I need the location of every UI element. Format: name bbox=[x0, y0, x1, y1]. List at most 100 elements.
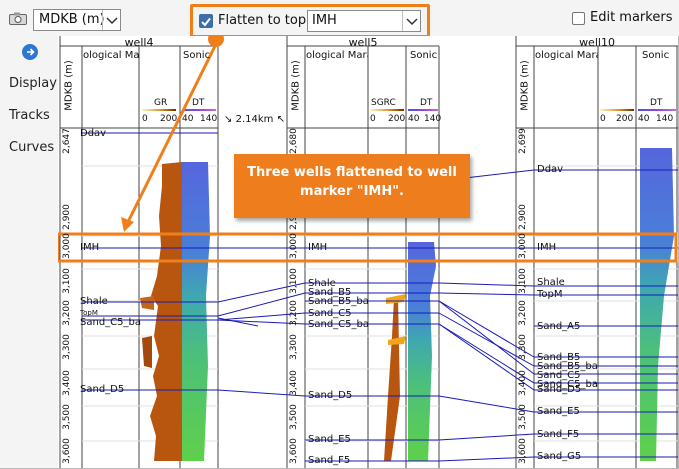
arrow-up-left-icon: ↖ bbox=[276, 114, 285, 125]
well4-dt-min: 40 bbox=[182, 114, 194, 124]
flatten-marker-select[interactable]: IMH bbox=[307, 10, 421, 32]
well-section-panel[interactable]: well4 well5 well10 ological Marammа R ol… bbox=[58, 36, 678, 468]
well4-sonic-log bbox=[182, 162, 210, 461]
well10-gr-min: 0 bbox=[600, 114, 606, 124]
depth-unit-value: MDKB (m) bbox=[39, 12, 105, 27]
chevron-down-icon[interactable] bbox=[102, 10, 120, 30]
depth-tick: 3,200 bbox=[518, 300, 528, 326]
well10-marker-sand-d5[interactable]: Sand_D5 bbox=[537, 384, 581, 395]
depth-tick: 3,600 bbox=[289, 438, 299, 464]
well10-depth-axis-label: MDKB (m) bbox=[519, 60, 531, 111]
depth-unit-select[interactable]: MDKB (m) bbox=[33, 9, 121, 31]
well10-marker-sand-g5[interactable]: Sand_G5 bbox=[537, 451, 581, 462]
well-spacing-value: 2.14km bbox=[235, 114, 274, 125]
arrow-down-right-icon: ↘ bbox=[224, 114, 233, 125]
depth-tick: 3,200 bbox=[289, 300, 299, 326]
well4-dt-max: 140 bbox=[200, 114, 218, 124]
track-grid bbox=[59, 36, 678, 468]
edit-markers-label: Edit markers bbox=[590, 10, 673, 25]
well4-dt-curve-name: DT bbox=[192, 98, 205, 108]
toolbar: MDKB (m) Flatten to top: IMH Edit marker… bbox=[0, 0, 679, 38]
edit-markers-checkbox[interactable] bbox=[572, 12, 585, 25]
depth-tick: 3,500 bbox=[289, 404, 299, 430]
depth-tick: 2,680 bbox=[289, 128, 299, 154]
well5-marker-sand-d5[interactable]: Sand_D5 bbox=[308, 390, 352, 401]
depth-tick: 3,100 bbox=[62, 268, 72, 294]
depth-tick: 3,400 bbox=[289, 370, 299, 396]
dt-color-scale bbox=[408, 109, 438, 111]
well10-marker-sand-f5[interactable]: Sand_F5 bbox=[537, 429, 579, 440]
depth-tick: 3,600 bbox=[62, 438, 72, 464]
well10-dt-max: 140 bbox=[656, 114, 674, 124]
flatten-label: Flatten to top: bbox=[218, 13, 311, 28]
well-section-canvas bbox=[58, 36, 678, 468]
well4-formation-track-title: ological Marammа R bbox=[83, 50, 139, 61]
well5-marker-sand-c5[interactable]: Sand_C5 bbox=[308, 308, 352, 319]
side-panel: Display Tracks Curves bbox=[0, 36, 58, 468]
well4-title: well4 bbox=[124, 36, 154, 49]
well4-marker-ddav[interactable]: Ddav bbox=[80, 128, 106, 139]
depth-tick: 2,699 bbox=[518, 128, 528, 154]
depth-tick: 3,300 bbox=[289, 334, 299, 360]
dt-color-scale bbox=[182, 109, 216, 111]
depth-tick: 3,500 bbox=[62, 404, 72, 430]
flatten-checkbox[interactable] bbox=[199, 14, 213, 28]
camera-icon[interactable] bbox=[9, 12, 27, 25]
well4-sonic-track-title: Sonic bbox=[183, 50, 211, 61]
navigation-icon[interactable] bbox=[22, 44, 38, 60]
well4-gr-min: 0 bbox=[142, 114, 148, 124]
well4-gr-log bbox=[140, 162, 182, 461]
well5-dt-max: 140 bbox=[424, 114, 442, 124]
well5-marker-sand-c5-ba[interactable]: Sand_C5_ba bbox=[308, 319, 369, 330]
well4-marker-topm[interactable]: TopM bbox=[80, 309, 98, 317]
depth-tick: 3,000 bbox=[289, 233, 299, 259]
well10-title: well10 bbox=[579, 36, 615, 49]
well5-sgrc-curve-name: SGRC bbox=[371, 98, 396, 108]
well4-depth-axis-label: MDKB (m) bbox=[63, 60, 75, 111]
well4-marker-sand-d5[interactable]: Sand_D5 bbox=[80, 384, 124, 395]
well10-marker-topm[interactable]: TopM bbox=[537, 289, 563, 300]
well5-formation-track-title: ological Marammа R bbox=[306, 50, 368, 61]
depth-tick: 3,400 bbox=[62, 370, 72, 396]
well10-marker-shale[interactable]: Shale bbox=[537, 277, 565, 288]
well10-dt-curve-name: DT bbox=[650, 98, 663, 108]
well4-marker-imh[interactable]: IMH bbox=[80, 242, 99, 253]
well-spacing-indicator: ↘ 2.14km ↖ bbox=[224, 114, 285, 125]
well10-dt-min: 40 bbox=[638, 114, 650, 124]
side-item-display[interactable]: Display bbox=[9, 76, 57, 91]
well10-marker-sand-a5[interactable]: Sand_A5 bbox=[537, 321, 580, 332]
depth-tick: 3,300 bbox=[62, 334, 72, 360]
well5-sgrc-min: 0 bbox=[370, 114, 376, 124]
side-item-tracks[interactable]: Tracks bbox=[9, 108, 50, 123]
well5-marker-sand-f5[interactable]: Sand_F5 bbox=[308, 455, 350, 466]
depth-tick: 3,000 bbox=[62, 233, 72, 259]
well10-sonic-track-title: Sonic bbox=[642, 50, 670, 61]
depth-tick: 3,600 bbox=[518, 438, 528, 464]
gr-color-scale bbox=[600, 109, 634, 111]
side-item-curves[interactable]: Curves bbox=[9, 140, 54, 155]
well10-gr-max: 200 bbox=[616, 114, 634, 124]
well5-marker-sand-b5-ba[interactable]: Sand_B5_ba bbox=[308, 296, 369, 307]
depth-tick: 2,647 bbox=[62, 128, 72, 154]
well5-depth-axis-label: MDKB (m) bbox=[290, 60, 302, 111]
well5-sgrc-log bbox=[384, 294, 406, 461]
well4-gr-curve-name: GR bbox=[154, 98, 168, 108]
well5-marker-sand-e5[interactable]: Sand_E5 bbox=[308, 434, 351, 445]
flatten-to-top-control: Flatten to top: IMH bbox=[190, 4, 430, 38]
well5-title: well5 bbox=[348, 36, 378, 49]
well10-formation-track-title: ological Marammа R bbox=[535, 50, 598, 61]
well4-marker-shale[interactable]: Shale bbox=[80, 296, 108, 307]
depth-tick: 3,100 bbox=[518, 268, 528, 294]
well10-marker-imh[interactable]: IMH bbox=[537, 242, 556, 253]
well5-marker-imh[interactable]: IMH bbox=[308, 242, 327, 253]
chevron-down-icon[interactable] bbox=[402, 11, 420, 31]
depth-tick: 3,000 bbox=[518, 233, 528, 259]
well5-sonic-log bbox=[408, 242, 436, 461]
well10-sonic-log bbox=[640, 148, 674, 461]
depth-tick: 3,100 bbox=[289, 268, 299, 294]
depth-tick: 3,400 bbox=[518, 370, 528, 396]
well10-marker-ddav[interactable]: Ddav bbox=[537, 164, 563, 175]
well5-dt-curve-name: DT bbox=[420, 98, 433, 108]
well4-marker-sand-c5-ba[interactable]: Sand_C5_ba bbox=[80, 317, 141, 328]
well10-marker-sand-e5[interactable]: Sand_E5 bbox=[537, 406, 580, 417]
